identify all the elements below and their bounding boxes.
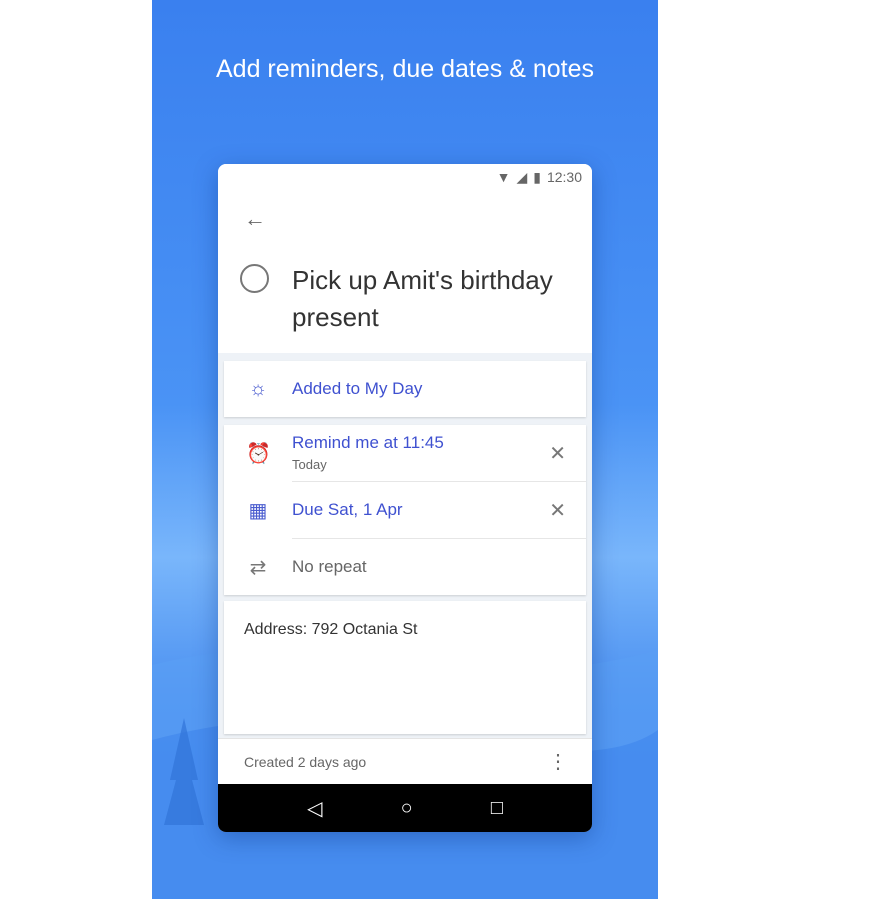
note-field[interactable]: Address: 792 Octania St	[224, 601, 586, 734]
calendar-icon: ▦	[248, 499, 268, 522]
repeat-icon: ⇄	[249, 556, 267, 579]
battery-icon: ▮	[533, 168, 541, 185]
reminder-sub: Today	[292, 457, 327, 472]
status-bar: ▼ ◢ ▮ 12:30	[218, 164, 592, 190]
due-label: Due Sat, 1 Apr	[292, 500, 403, 519]
phone-screen: ▼ ◢ ▮ 12:30 ← Pick up Amit's birthday pr…	[218, 164, 592, 832]
nav-back-icon[interactable]: ◁	[307, 796, 322, 821]
due-row[interactable]: ▦ Due Sat, 1 Apr ✕	[224, 482, 586, 538]
nav-home-icon[interactable]: ○	[401, 797, 413, 820]
nav-recents-icon[interactable]: □	[491, 797, 503, 820]
sun-icon: ☼	[248, 377, 268, 400]
alarm-clock-icon: ⏰	[246, 442, 271, 465]
more-options-icon[interactable]: ⋮	[548, 749, 568, 774]
reminder-label: Remind me at 11:45	[292, 433, 444, 452]
status-time: 12:30	[546, 169, 582, 185]
repeat-row[interactable]: ⇄ No repeat	[224, 539, 586, 595]
android-nav-bar: ◁ ○ □	[218, 784, 592, 832]
back-arrow-icon[interactable]: ←	[244, 206, 266, 232]
my-day-card[interactable]: ☼ Added to My Day	[224, 361, 586, 417]
complete-checkbox[interactable]	[240, 264, 269, 293]
created-label: Created 2 days ago	[244, 753, 367, 770]
task-title[interactable]: Pick up Amit's birthday present	[292, 262, 582, 336]
wifi-icon: ▼	[496, 169, 511, 185]
remove-due-close-icon[interactable]: ✕	[549, 498, 566, 523]
repeat-label: No repeat	[292, 557, 367, 576]
headline: Add reminders, due dates & notes	[215, 55, 594, 83]
signal-icon: ◢	[516, 168, 528, 185]
reminder-row[interactable]: ⏰ Remind me at 11:45 Today ✕	[224, 425, 586, 481]
dates-card: ⏰ Remind me at 11:45 Today ✕ ▦ Due Sat, 1 Ap…	[224, 425, 586, 595]
my-day-label: Added to My Day	[292, 379, 423, 398]
footer: Created 2 days ago ⋮	[218, 738, 592, 784]
remove-reminder-close-icon[interactable]: ✕	[549, 441, 566, 466]
